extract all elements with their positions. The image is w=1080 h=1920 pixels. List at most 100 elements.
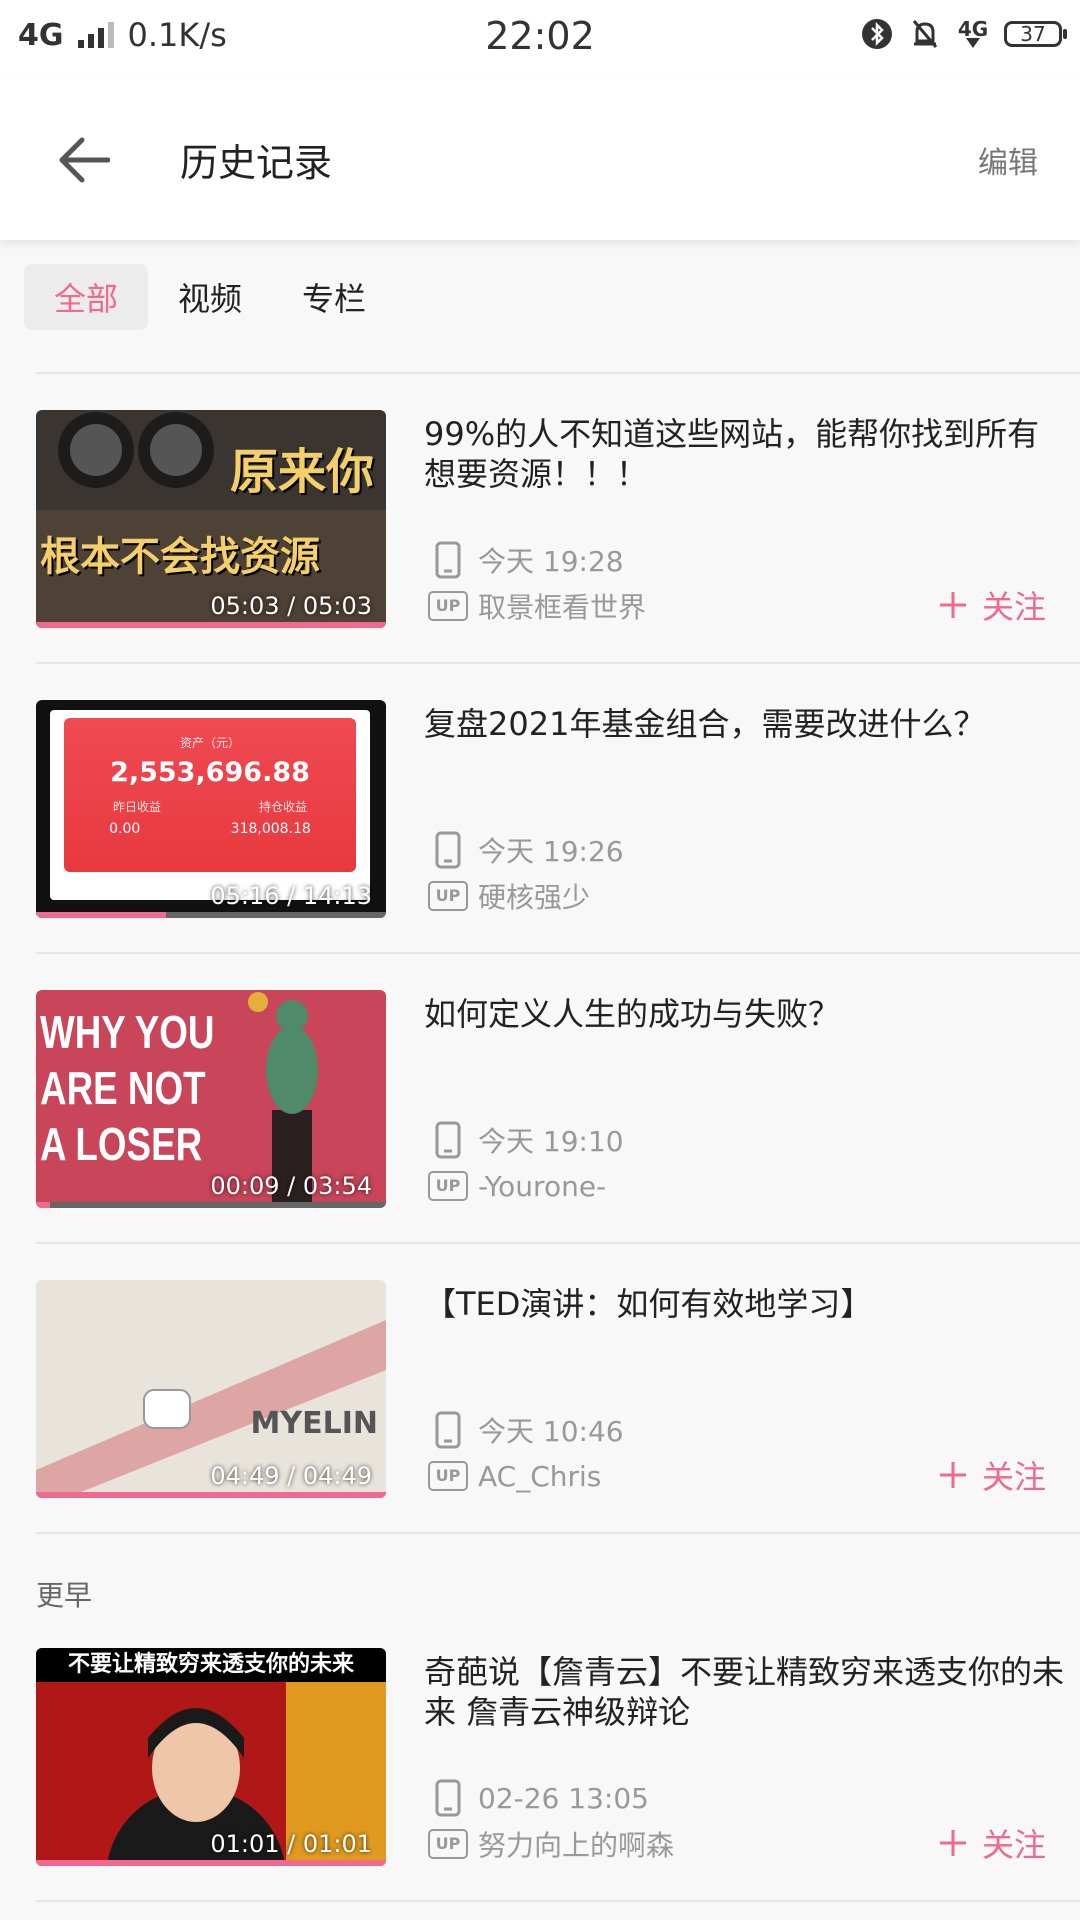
follow-button[interactable]: 关注 (938, 1820, 1046, 1866)
history-item[interactable]: 不要让精致穷来透支你的未来 01:01 / 01:01 奇葩说【詹青云】不要让精… (36, 1612, 1080, 1902)
history-item[interactable]: 原来你 根本不会找资源 05:03 / 05:03 99%的人不知道这些网站，能… (36, 374, 1080, 664)
asset-value: 2,553,696.88 (110, 757, 310, 788)
bluetooth-icon (860, 16, 894, 52)
history-item[interactable]: WHY YOU ARE NOT A LOSER 00:09 / 03:54 如何… (36, 954, 1080, 1244)
thumbnail-text: WHY YOU (40, 1006, 215, 1058)
up-icon: UP (428, 876, 468, 916)
thumbnail-text: 原来你 (229, 444, 374, 500)
watch-progress (36, 1860, 386, 1866)
arrow-left-icon (59, 137, 110, 183)
phone-icon (428, 540, 468, 580)
tab-video[interactable]: 视频 (148, 264, 272, 330)
thumbnail-caption: 不要让精致穷来透支你的未来 (36, 1648, 386, 1682)
thumbnail-text: 根本不会找资源 (40, 534, 320, 580)
video-title[interactable]: 复盘2021年基金组合，需要改进什么？ (424, 704, 1064, 744)
watch-progress (36, 1202, 386, 1208)
watch-time: 今天 10:46 (478, 1415, 624, 1448)
video-title[interactable]: 如何定义人生的成功与失败？ (424, 994, 1064, 1034)
watch-progress (36, 1492, 386, 1498)
watch-progress-fill (36, 622, 386, 628)
follow-button[interactable]: 关注 (938, 1452, 1046, 1498)
follow-button[interactable]: 关注 (938, 582, 1046, 628)
video-duration: 04:49 / 04:49 (210, 1462, 372, 1490)
watch-time-row: 今天 10:46 (428, 1410, 624, 1450)
video-thumbnail[interactable]: 不要让精致穷来透支你的未来 01:01 / 01:01 (36, 1648, 386, 1866)
status-right: 4G 37 (860, 16, 1067, 52)
up-icon: UP (428, 1166, 468, 1206)
asset-label: 资产（元） (179, 736, 240, 750)
battery-icon: 37 (1004, 21, 1067, 47)
video-duration: 05:03 / 05:03 (210, 592, 372, 620)
video-duration: 00:09 / 03:54 (210, 1172, 372, 1200)
up-icon: UP (428, 586, 468, 626)
watch-time: 今天 19:28 (478, 545, 624, 578)
video-title[interactable]: 奇葩说【詹青云】不要让精致穷来透支你的未来 詹青云神级辩论 (424, 1652, 1064, 1732)
uploader-row: UP 努力向上的啊森 (428, 1824, 674, 1864)
watch-time-row: 今天 19:26 (428, 830, 624, 870)
follow-label: 关注 (981, 588, 1046, 626)
video-thumbnail[interactable]: WHY YOU ARE NOT A LOSER 00:09 / 03:54 (36, 990, 386, 1208)
phone-icon (428, 1778, 468, 1818)
phone-icon (428, 830, 468, 870)
uploader-row: UP -Yourone- (428, 1166, 606, 1206)
uploader-row: UP 硬核强少 (428, 876, 590, 916)
video-duration: 01:01 / 01:01 (210, 1830, 372, 1858)
history-item[interactable]: MYELIN 04:49 / 04:49 【TED演讲：如何有效地学习】 今天 … (36, 1244, 1080, 1534)
thumbnail-text: MYELIN (250, 1406, 378, 1441)
uploader-name[interactable]: AC_Chris (478, 1460, 601, 1493)
tab-column[interactable]: 专栏 (272, 264, 396, 330)
thumbnail-text: A LOSER (40, 1118, 203, 1170)
asset-sub-label: 持仓收益 (258, 800, 307, 814)
watch-time: 02-26 13:05 (478, 1781, 649, 1815)
up-icon: UP (428, 1824, 468, 1864)
app-header: 历史记录 编辑 (0, 76, 1080, 240)
uploader-row: UP AC_Chris (428, 1456, 601, 1496)
video-title[interactable]: 99%的人不知道这些网站，能帮你找到所有想要资源！！！ (424, 414, 1064, 494)
follow-label: 关注 (981, 1826, 1046, 1864)
watch-time: 今天 19:10 (478, 1125, 624, 1158)
filter-tabs: 全部 视频 专栏 (24, 264, 396, 330)
watch-time-row: 02-26 13:05 (428, 1778, 649, 1818)
asset-sub-value: 0.00 (109, 821, 141, 837)
uploader-name[interactable]: 努力向上的啊森 (478, 1824, 674, 1864)
follow-label: 关注 (981, 1458, 1046, 1496)
battery-level: 37 (1020, 22, 1046, 46)
watch-time: 今天 19:26 (478, 835, 624, 868)
network-type-right: 4G (957, 17, 989, 41)
mobile-data-icon: 4G (956, 16, 990, 52)
uploader-name[interactable]: 硬核强少 (478, 876, 590, 916)
page-title: 历史记录 (180, 141, 333, 185)
edit-button[interactable]: 编辑 (978, 138, 1038, 182)
watch-time-row: 今天 19:28 (428, 540, 624, 580)
tab-all[interactable]: 全部 (24, 264, 149, 330)
video-thumbnail[interactable]: 原来你 根本不会找资源 05:03 / 05:03 (36, 410, 386, 628)
video-duration: 05:16 / 14:13 (210, 882, 372, 910)
divider (36, 1532, 1080, 1534)
plus-icon (939, 1830, 966, 1856)
watch-progress-fill (36, 1202, 50, 1208)
asset-sub-value: 318,008.18 (230, 821, 311, 837)
video-title[interactable]: 【TED演讲：如何有效地学习】 (424, 1284, 1064, 1324)
section-label-earlier: 更早 (36, 1579, 93, 1612)
watch-progress-fill (36, 912, 166, 918)
phone-icon (428, 1120, 468, 1160)
watch-time-row: 今天 19:10 (428, 1120, 624, 1160)
video-thumbnail[interactable]: MYELIN 04:49 / 04:49 (36, 1280, 386, 1498)
up-icon: UP (428, 1456, 468, 1496)
watch-progress-fill (36, 1492, 386, 1498)
asset-sub-label: 昨日收益 (112, 800, 161, 814)
back-button[interactable] (52, 128, 116, 192)
history-item[interactable]: 资产（元） 2,553,696.88 昨日收益 持仓收益 0.00 318,00… (36, 664, 1080, 954)
uploader-row: UP 取景框看世界 (428, 586, 646, 626)
video-thumbnail[interactable]: 资产（元） 2,553,696.88 昨日收益 持仓收益 0.00 318,00… (36, 700, 386, 918)
uploader-name[interactable]: -Yourone- (478, 1170, 606, 1203)
watch-progress (36, 622, 386, 628)
thumbnail-text: ARE NOT (40, 1062, 206, 1114)
watch-progress-fill (36, 1860, 386, 1866)
watch-progress (36, 912, 386, 918)
plus-icon (939, 592, 966, 618)
uploader-name[interactable]: 取景框看世界 (478, 586, 646, 626)
divider (36, 1900, 1080, 1902)
status-bar: 4G 0.1K/s 22:02 4G 37 (0, 0, 1080, 76)
plus-icon (939, 1462, 966, 1488)
